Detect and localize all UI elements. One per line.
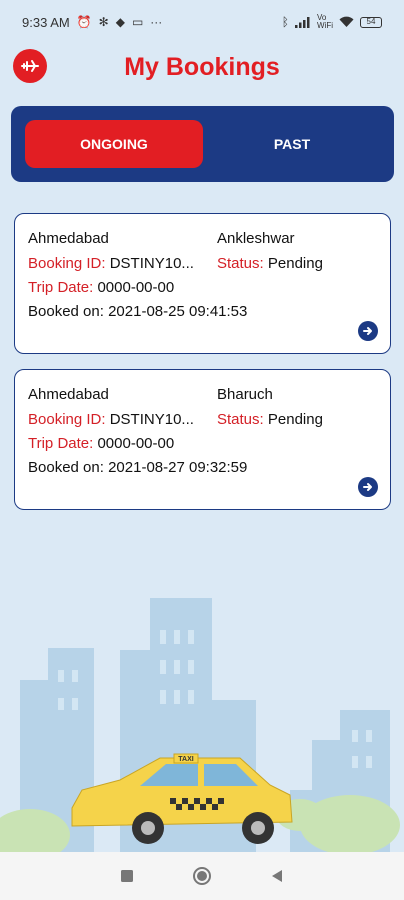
booked-on-value: 2021-08-27 09:32:59 xyxy=(108,459,248,476)
trip-date-label: Trip Date: xyxy=(28,279,94,296)
alarm-icon: ⏰ xyxy=(76,15,92,29)
vowifi-label: Vo WiFi xyxy=(317,13,333,30)
arrow-right-icon xyxy=(363,483,372,491)
wifi-icon xyxy=(339,16,354,27)
trip-date-row: Trip Date: 0000-00-00 xyxy=(28,279,174,296)
booking-id-row: Booking ID: DSTINY10... xyxy=(28,411,194,428)
booking-from: Ahmedabad xyxy=(28,230,109,247)
booking-id-label: Booking ID: xyxy=(28,255,106,272)
status-time: 9:33 AM xyxy=(22,14,70,30)
home-button[interactable] xyxy=(187,861,217,891)
tab-ongoing[interactable]: ONGOING xyxy=(25,120,203,168)
tab-bar: ONGOING PAST xyxy=(11,106,394,182)
settings-icon: ✻ xyxy=(98,15,109,29)
details-arrow-button[interactable] xyxy=(358,477,378,497)
status-value: Pending xyxy=(267,255,323,272)
back-nav-button[interactable] xyxy=(262,861,292,891)
trip-date-value: 0000-00-00 xyxy=(97,435,175,452)
arrow-right-icon xyxy=(363,327,372,335)
status-right: ᛒ Vo WiFi 54 xyxy=(282,14,382,30)
booked-on-label: Booked on: xyxy=(28,303,104,320)
system-nav-bar xyxy=(0,852,404,900)
trip-date-row: Trip Date: 0000-00-00 xyxy=(28,435,174,452)
circle-icon xyxy=(192,867,211,885)
trip-date-value: 0000-00-00 xyxy=(97,279,175,296)
booking-id-value: DSTINY10... xyxy=(109,411,194,428)
booking-id-row: Booking ID: DSTINY10... xyxy=(28,255,194,272)
city-taxi-illustration: TAXI xyxy=(0,598,400,852)
booking-id-value: DSTINY10... xyxy=(109,255,194,272)
status-label: Status: xyxy=(217,411,264,428)
booked-on-value: 2021-08-25 09:41:53 xyxy=(108,303,248,320)
square-icon xyxy=(121,870,134,882)
battery-icon: 54 xyxy=(360,16,382,28)
booking-card[interactable]: Ahmedabad Bharuch Booking ID: DSTINY10..… xyxy=(14,369,391,510)
header: My Bookings xyxy=(0,44,404,94)
trip-date-label: Trip Date: xyxy=(28,435,94,452)
details-arrow-button[interactable] xyxy=(358,321,378,341)
status-label: Status: xyxy=(217,255,264,272)
page-title: My Bookings xyxy=(124,53,280,81)
more-icon: ··· xyxy=(150,15,163,29)
status-left: 9:33 AM ⏰ ✻ ◆ ▭ ··· xyxy=(22,15,162,30)
status-row: Status: Pending xyxy=(217,255,323,272)
recents-button[interactable] xyxy=(112,861,142,891)
booking-to: Bharuch xyxy=(217,386,273,403)
bluetooth-icon: ᛒ xyxy=(281,15,289,29)
taxi-sign: TAXI xyxy=(178,756,193,763)
status-value: Pending xyxy=(267,411,323,428)
booked-on-row: Booked on: 2021-08-25 09:41:53 xyxy=(28,303,247,320)
booked-on-label: Booked on: xyxy=(28,459,104,476)
booking-id-label: Booking ID: xyxy=(28,411,106,428)
booking-to: Ankleshwar xyxy=(217,230,295,247)
diamond-icon: ◆ xyxy=(115,15,125,29)
triangle-back-icon xyxy=(271,870,282,882)
tab-past[interactable]: PAST xyxy=(203,120,381,168)
status-bar: 9:33 AM ⏰ ✻ ◆ ▭ ··· ᛒ Vo WiFi 54 xyxy=(0,0,404,44)
booking-from: Ahmedabad xyxy=(28,386,109,403)
status-row: Status: Pending xyxy=(217,411,323,428)
signal-icon xyxy=(295,17,310,28)
booked-on-row: Booked on: 2021-08-27 09:32:59 xyxy=(28,459,247,476)
screen-icon: ▭ xyxy=(131,15,144,29)
booking-card[interactable]: Ahmedabad Ankleshwar Booking ID: DSTINY1… xyxy=(14,213,391,354)
